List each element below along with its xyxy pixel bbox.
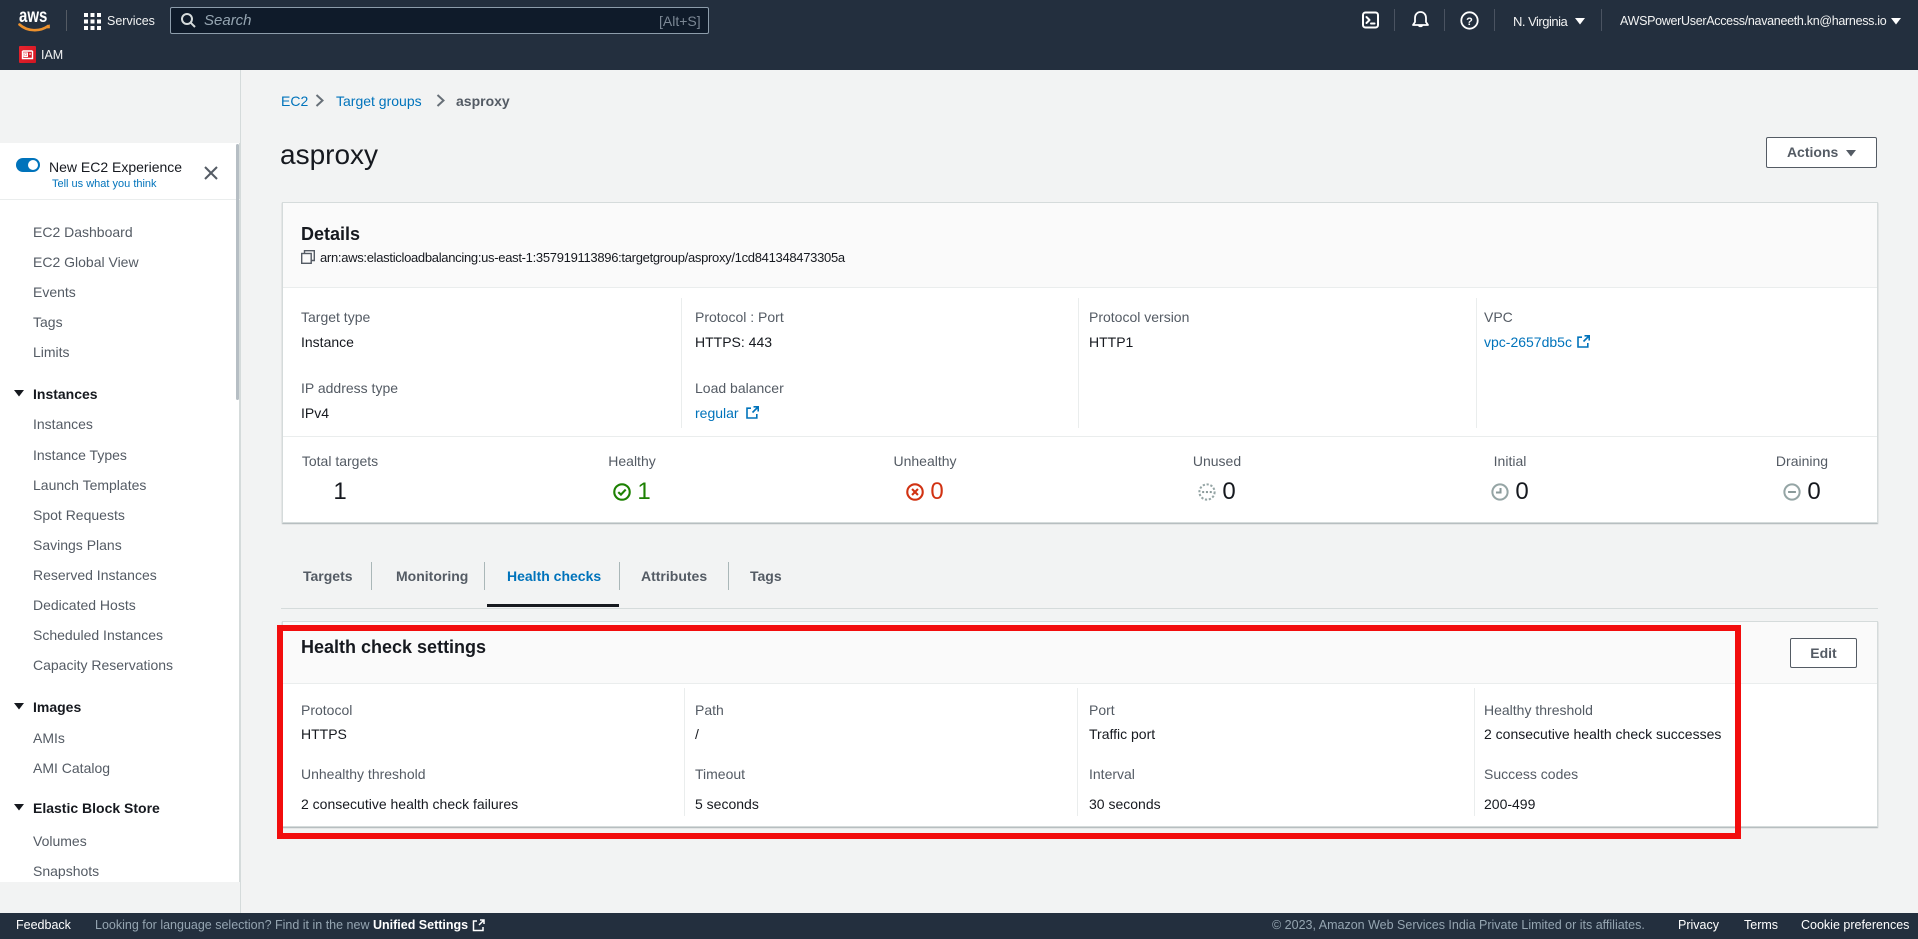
svg-text:aws: aws [19,7,48,27]
svg-text:?: ? [1466,16,1473,28]
